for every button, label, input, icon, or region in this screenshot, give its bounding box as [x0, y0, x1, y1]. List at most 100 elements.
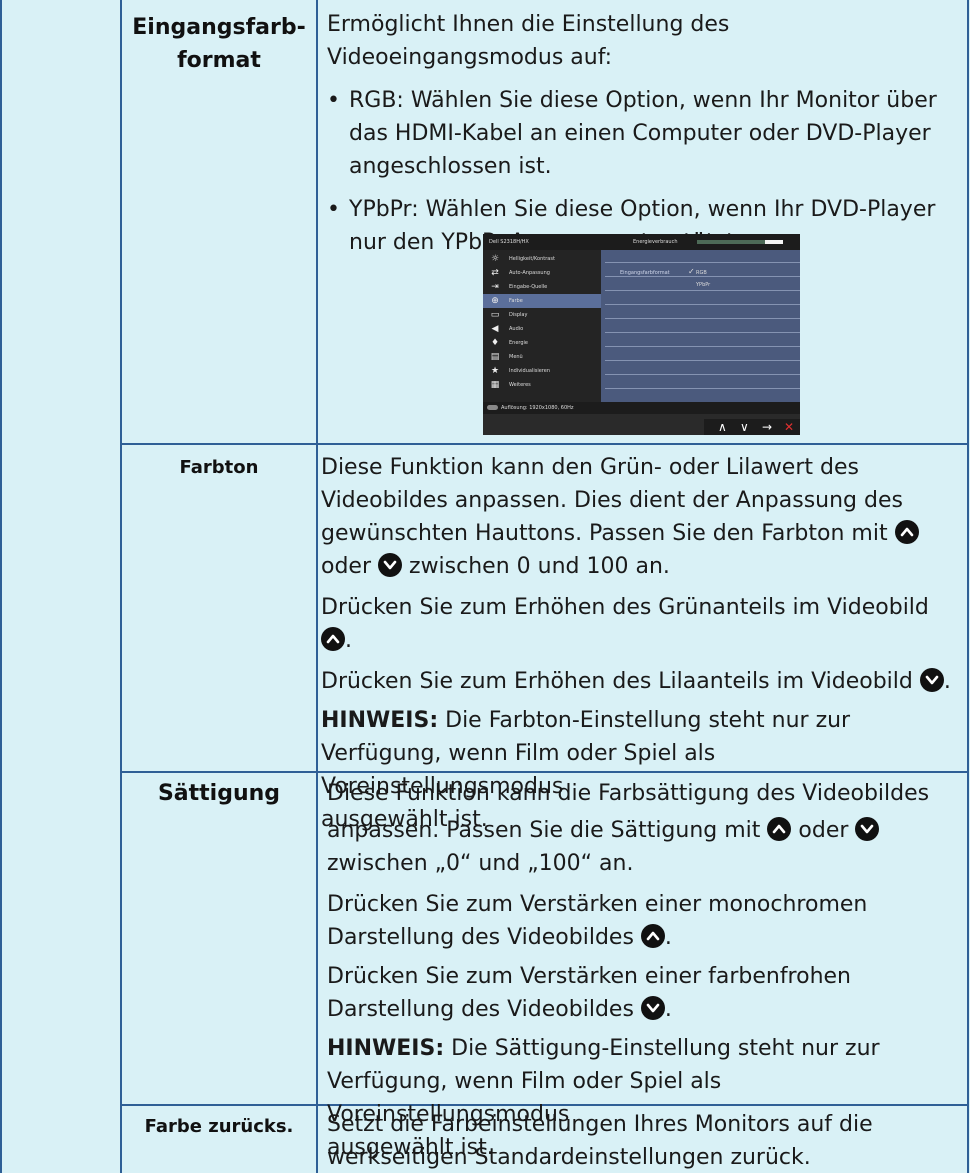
term-label: Sättigung [157, 781, 281, 806]
desc-word: oder [321, 554, 372, 579]
osd-menu-label: Menü [509, 354, 523, 360]
term-line-2: format [177, 48, 261, 73]
bullet-line: YPbPr: Wählen Sie diese Option, wenn Ihr… [349, 197, 936, 222]
down-arrow-icon [855, 817, 880, 841]
desc-line: zwischen „0“ und „100“ an. [327, 851, 634, 876]
osd-menu-item[interactable]: ⇥ Eingabe-Quelle [483, 280, 601, 294]
note-text: Die Sättigung-Einstellung steht nur zur [444, 1036, 880, 1061]
osd-menu-label: Audio [509, 326, 524, 332]
down-icon[interactable]: ∨ [740, 420, 749, 434]
down-arrow-icon [378, 553, 403, 577]
desc-line: Setzt die Farbeinstellungen Ihres Monito… [327, 1112, 873, 1137]
desc-line: Diese Funktion kann die Farbsättigung de… [327, 781, 930, 806]
osd-menu: ☼ Helligkeit/Kontrast ⇄ Auto-Anpassung ⇥ Ei… [483, 250, 601, 402]
osd-menu-item[interactable]: ⇄ Auto-Anpassung [483, 266, 601, 280]
audio-icon: ◀ [491, 324, 499, 334]
table-border-col2 [316, 0, 318, 1173]
osd-setting-label: Eingangsfarbformat [620, 270, 670, 276]
input-source-icon: ⇥ [491, 282, 499, 292]
desc-line: werkseitigen Standardeinstellungen zurüc… [327, 1145, 811, 1170]
osd-menu-label: Auto-Anpassung [509, 270, 550, 276]
desc-word: oder [798, 818, 849, 843]
term-label: Farbton [179, 457, 259, 478]
up-icon[interactable]: ∧ [718, 420, 727, 434]
term-line-1: Eingangsfarb- [132, 15, 306, 40]
osd-menu-item[interactable]: ☼ Helligkeit/Kontrast [483, 252, 601, 266]
table-border-col1 [120, 0, 122, 1173]
osd-menu-item[interactable]: ▦ Weiteres [483, 378, 601, 392]
display-icon: ▭ [490, 310, 500, 320]
desc-line: Drücken Sie zum Verstärken einer monochr… [327, 892, 868, 917]
down-arrow-icon [640, 996, 665, 1020]
osd-option-ypbpr[interactable]: YPbPr [696, 282, 710, 288]
desc-line: Drücken Sie zum Erhöhen des Lilaanteils … [321, 669, 913, 694]
bullet-dot-icon: • [327, 197, 340, 222]
osd-footer: Auflösung: 1920x1080, 60Hz [483, 402, 800, 414]
osd-resolution: Auflösung: 1920x1080, 60Hz [501, 405, 574, 411]
up-arrow-icon [640, 924, 665, 948]
term-label: Farbe zurücks. [144, 1116, 294, 1137]
note-label: HINWEIS: [321, 708, 439, 733]
auto-adjust-icon: ⇄ [491, 268, 499, 278]
bullet-rgb: • RGB: Wählen Sie diese Option, wenn Ihr… [327, 84, 957, 183]
osd-menu-label: Energie [509, 340, 529, 346]
osd-header: Dell S2318H/HX Energieverbrauch [483, 234, 800, 250]
desc-line: Drücken Sie zum Erhöhen des Grünanteils … [321, 595, 929, 620]
desc-saettigung: Diese Funktion kann die Farbsättigung de… [327, 777, 962, 1164]
bullet-line: angeschlossen ist. [349, 154, 552, 179]
osd-menu-label: Display [509, 312, 528, 318]
osd-menu-label: Weiteres [509, 382, 531, 388]
desc-farbe-zuruecks: Setzt die Farbeinstellungen Ihres Monito… [327, 1108, 962, 1173]
desc-line: Diese Funktion kann den Grün- oder Lilaw… [321, 455, 859, 480]
check-icon: ✓ [688, 267, 695, 276]
up-arrow-icon [767, 817, 792, 841]
osd-nav: ∧ ∨ → ✕ [704, 419, 800, 435]
others-icon: ▦ [490, 380, 500, 390]
desc-line: Darstellung des Videobildes [327, 925, 634, 950]
enter-icon[interactable]: → [762, 420, 772, 434]
term-farbton: Farbton [122, 451, 316, 484]
note-text: Die Farbton-Einstellung steht nur zur [438, 708, 851, 733]
down-arrow-icon [919, 668, 944, 692]
color-icon: ⊕ [491, 296, 499, 306]
desc-line: Drücken Sie zum Verstärken einer farbenf… [327, 964, 852, 989]
bullet-dot-icon: • [327, 88, 340, 113]
term-eingangsfarbformat: Eingangsfarb- format [122, 11, 316, 77]
menu-icon: ▤ [490, 352, 500, 362]
desc-line: anpassen. Passen Sie die Sättigung mit [327, 818, 761, 843]
osd-menu-item[interactable]: ▤ Menü [483, 350, 601, 364]
desc-eingangsfarbformat: Ermöglicht Ihnen die Einstellung des Vid… [327, 8, 957, 259]
osd-menu-item[interactable]: ♦ Energie [483, 336, 601, 350]
osd-menu-label: Helligkeit/Kontrast [509, 256, 555, 262]
desc-line: Darstellung des Videobildes [327, 997, 634, 1022]
energy-icon: ♦ [490, 338, 500, 348]
table-border-left [0, 0, 2, 1173]
osd-menu-item-selected[interactable]: ⊕ Farbe [483, 294, 601, 308]
osd-energy-label: Energieverbrauch [633, 239, 678, 245]
term-saettigung: Sättigung [122, 777, 316, 810]
osd-energy-bar [697, 240, 783, 244]
desc-line: Ermöglicht Ihnen die Einstellung des [327, 12, 730, 37]
up-arrow-icon [321, 627, 345, 651]
desc-line: Videoeingangsmodus auf: [327, 45, 613, 70]
osd-model: Dell S2318H/HX [489, 239, 529, 245]
osd-menu-item[interactable]: ★ Individualisieren [483, 364, 601, 378]
osd-menu-label: Eingabe-Quelle [509, 284, 548, 290]
row-divider-1 [120, 443, 969, 445]
close-icon[interactable]: ✕ [784, 420, 794, 434]
osd-option-rgb[interactable]: RGB [696, 270, 707, 276]
osd-menu-label: Farbe [509, 298, 523, 304]
bullet-line: RGB: Wählen Sie diese Option, wenn Ihr M… [349, 88, 937, 113]
note-label: HINWEIS: [327, 1036, 445, 1061]
table-border-right [967, 0, 969, 1173]
osd-menu-item[interactable]: ▭ Display [483, 308, 601, 322]
osd-menu-label: Individualisieren [509, 368, 551, 374]
sun-icon: ☼ [490, 254, 500, 264]
hdmi-icon [487, 405, 498, 410]
bullet-line: das HDMI-Kabel an einen Computer oder DV… [349, 121, 931, 146]
desc-line: gewünschten Hauttons. Passen Sie den Far… [321, 521, 888, 546]
desc-line: Videobildes anpassen. Dies dient der Anp… [321, 488, 903, 513]
osd-menu-item[interactable]: ◀ Audio [483, 322, 601, 336]
desc-line: zwischen 0 und 100 an. [409, 554, 670, 579]
term-farbe-zuruecks: Farbe zurücks. [122, 1110, 316, 1143]
